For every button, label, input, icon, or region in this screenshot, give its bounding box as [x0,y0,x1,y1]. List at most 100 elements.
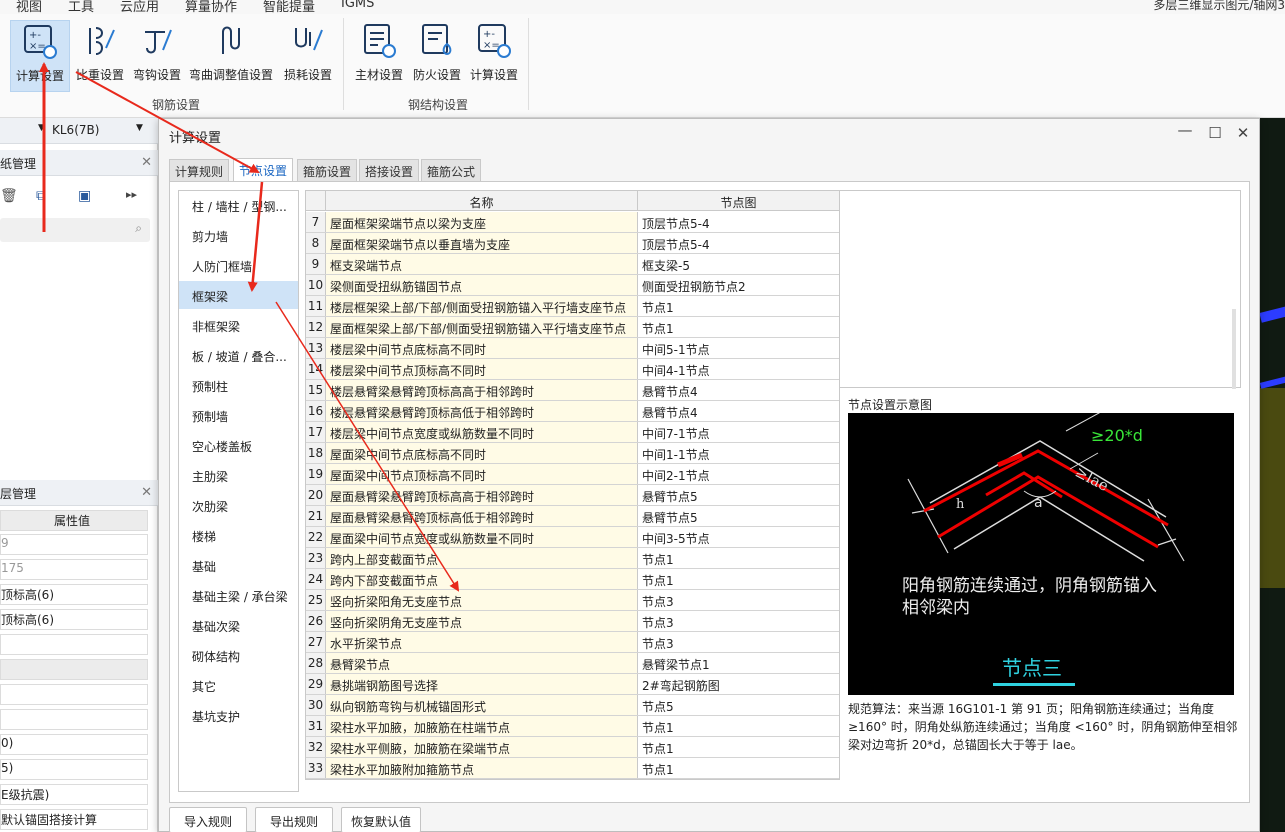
prop-value-4[interactable]: 顶标高(6) [0,609,148,630]
table-row[interactable]: 17 楼层梁中间节点宽度或纵筋数量不同时 中间7-1节点 [306,422,839,443]
tab-lap-settings[interactable]: 搭接设置 [359,159,420,181]
tab-stirrup-settings[interactable]: 箍筋设置 [297,159,358,181]
node-diagram-cell[interactable]: 节点3 [638,632,839,652]
node-diagram-cell[interactable]: 节点1 [638,737,839,757]
category-item[interactable]: 预制柱 [179,371,298,399]
node-diagram-cell[interactable]: 中间3-5节点 [638,527,839,547]
category-item[interactable]: 柱 / 墙柱 / 型钢... [179,191,298,219]
prop-value-11[interactable]: E级抗震) [0,784,148,805]
minimize-icon[interactable]: — [1175,121,1195,139]
node-diagram-cell[interactable]: 悬臂节点5 [638,506,839,526]
category-item[interactable]: 板 / 坡道 / 叠合... [179,341,298,369]
main-material-button[interactable]: 主材设置 [349,20,409,92]
node-diagram-cell[interactable]: 节点1 [638,569,839,589]
node-diagram-cell[interactable]: 侧面受扭钢筋节点2 [638,275,839,295]
density-settings-button[interactable]: 比重设置 [70,20,130,92]
kl-selector[interactable]: KL6(7B) [52,123,99,137]
node-diagram-cell[interactable]: 节点3 [638,611,839,631]
table-row[interactable]: 15 楼层悬臂梁悬臂跨顶标高高于相邻跨时 悬臂节点4 [306,380,839,401]
table-row[interactable]: 26 竖向折梁阴角无支座节点 节点3 [306,611,839,632]
table-row[interactable]: 21 屋面悬臂梁悬臂跨顶标高低于相邻跨时 悬臂节点5 [306,506,839,527]
search-input[interactable]: ⌕ [0,218,150,242]
delete-icon[interactable]: 🗑 [0,188,18,204]
node-diagram-cell[interactable]: 框支梁-5 [638,254,839,274]
more-icon[interactable]: ▸▸ [126,188,137,201]
menu-collab[interactable]: 算量协作 [185,0,237,15]
node-diagram-cell[interactable]: 顶层节点5-4 [638,233,839,253]
restore-defaults-button[interactable]: 恢复默认值 [341,807,421,832]
table-row[interactable]: 8 屋面框架梁端节点以垂直墙为支座 顶层节点5-4 [306,233,839,254]
dropdown-arrow-icon[interactable]: ▼ [38,123,45,133]
3d-viewport[interactable] [1260,118,1285,832]
table-row[interactable]: 27 水平折梁节点 节点3 [306,632,839,653]
category-item[interactable]: 预制墙 [179,401,298,429]
category-item[interactable]: 砌体结构 [179,641,298,669]
table-row[interactable]: 22 屋面梁中间节点宽度或纵筋数量不同时 中间3-5节点 [306,527,839,548]
tab-stirrup-formula[interactable]: 箍筋公式 [421,159,482,181]
category-item-selected[interactable]: 框架梁 [179,281,298,309]
table-row[interactable]: 24 跨内下部变截面节点 节点1 [306,569,839,590]
bend-adjust-button[interactable]: 弯曲调整值设置 [188,20,274,92]
menu-tools[interactable]: 工具 [68,0,94,15]
table-row[interactable]: 10 梁侧面受扭纵筋锚固节点 侧面受扭钢筋节点2 [306,275,839,296]
category-item[interactable]: 次肋梁 [179,491,298,519]
table-row[interactable]: 16 楼层悬臂梁悬臂跨顶标高低于相邻跨时 悬臂节点4 [306,401,839,422]
category-item[interactable]: 基础主梁 / 承台梁 [179,581,298,609]
table-row[interactable]: 32 梁柱水平侧腋，加腋筋在梁端节点 节点1 [306,737,839,758]
node-diagram-cell[interactable]: 节点1 [638,716,839,736]
category-item[interactable]: 非框架梁 [179,311,298,339]
category-item[interactable]: 空心楼盖板 [179,431,298,459]
dropdown-arrow-icon-2[interactable]: ▼ [136,123,143,133]
category-item[interactable]: 基坑支护 [179,701,298,729]
prop-value-6[interactable] [0,659,148,680]
table-row[interactable]: 31 梁柱水平加腋，加腋筋在柱端节点 节点1 [306,716,839,737]
maximize-icon[interactable]: ☐ [1205,124,1225,142]
node-diagram-cell[interactable]: 悬臂节点5 [638,485,839,505]
table-row[interactable]: 33 梁柱水平加腋附加箍筋节点 节点1 [306,758,839,779]
copy-icon[interactable]: ⧉ [36,188,46,204]
hook-settings-button[interactable]: 弯钩设置 [127,20,187,92]
node-diagram-cell[interactable]: 中间2-1节点 [638,464,839,484]
node-diagram-cell[interactable]: 悬臂梁节点1 [638,653,839,673]
node-diagram-cell[interactable]: 悬臂节点4 [638,401,839,421]
category-item[interactable]: 剪力墙 [179,221,298,249]
node-diagram-cell[interactable]: 2#弯起钢筋图 [638,674,839,694]
tab-calc-rules[interactable]: 计算规则 [169,159,230,181]
node-diagram-cell[interactable]: 节点5 [638,695,839,715]
menu-cloud[interactable]: 云应用 [120,0,159,15]
node-diagram-cell[interactable]: 中间4-1节点 [638,359,839,379]
node-diagram-cell[interactable]: 节点1 [638,758,839,778]
steel-calc-settings-button[interactable]: +- ×= 计算设置 [464,20,524,92]
prop-value-1[interactable]: 9 [0,534,148,555]
node-diagram-cell[interactable]: 悬臂节点4 [638,380,839,400]
table-row[interactable]: 28 悬臂梁节点 悬臂梁节点1 [306,653,839,674]
close-icon-2[interactable]: ✕ [141,485,152,500]
import-rules-button[interactable]: 导入规则 [169,807,247,832]
prop-value-8[interactable] [0,709,148,730]
calc-settings-button[interactable]: +- ×= 计算设置 [10,20,70,92]
prop-value-5[interactable] [0,634,148,655]
category-item[interactable]: 主肋梁 [179,461,298,489]
menu-igms[interactable]: IGMS [341,0,374,11]
node-diagram-cell[interactable]: 节点1 [638,317,839,337]
table-row[interactable]: 20 屋面悬臂梁悬臂跨顶标高高于相邻跨时 悬臂节点5 [306,485,839,506]
node-diagram-cell[interactable]: 节点1 [638,548,839,568]
category-item[interactable]: 基础次梁 [179,611,298,639]
prop-value-7[interactable] [0,684,148,705]
category-item[interactable]: 楼梯 [179,521,298,549]
menu-smart[interactable]: 智能提量 [263,0,315,15]
save-icon[interactable]: ▣ [78,188,91,204]
close-dialog-icon[interactable]: ✕ [1233,124,1253,142]
node-diagram-cell[interactable]: 中间1-1节点 [638,443,839,463]
table-row[interactable]: 23 跨内上部变截面节点 节点1 [306,548,839,569]
tab-node-settings[interactable]: 节点设置 [233,158,294,181]
node-diagram-cell[interactable]: 中间5-1节点 [638,338,839,358]
prop-value-10[interactable]: 5) [0,759,148,780]
table-row[interactable]: 18 屋面梁中间节点底标高不同时 中间1-1节点 [306,443,839,464]
export-rules-button[interactable]: 导出规则 [255,807,333,832]
close-icon[interactable]: ✕ [141,155,152,170]
prop-value-12[interactable]: 默认锚固搭接计算 [0,809,148,830]
table-row[interactable]: 30 纵向钢筋弯钩与机械锚固形式 节点5 [306,695,839,716]
table-row[interactable]: 14 楼层梁中间节点顶标高不同时 中间4-1节点 [306,359,839,380]
prop-value-3[interactable]: 顶标高(6) [0,584,148,605]
